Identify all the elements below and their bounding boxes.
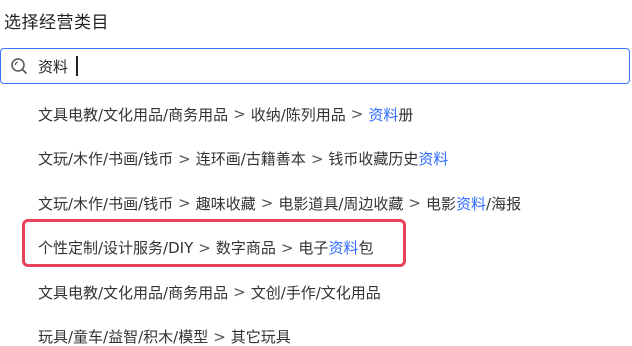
result-leaf-suffix: 包 — [358, 239, 374, 258]
path-separator: > — [350, 105, 364, 124]
path-separator: > — [310, 149, 324, 168]
result-leaf-text: 钱币收藏历史 — [328, 150, 419, 169]
path-separator: > — [213, 327, 226, 346]
result-item[interactable]: 个性定制/设计服务/DIY > 数字商品 > 电子 资料包 — [38, 226, 618, 271]
page-title: 选择经营类目 — [4, 13, 109, 33]
path-separator: > — [178, 194, 191, 213]
result-match-highlight: 资料 — [328, 239, 359, 258]
search-icon — [9, 56, 29, 76]
result-item[interactable]: 文具电教/文化用品/商务用品 > 文创/手作/文化用品 — [38, 270, 618, 315]
result-path-segment: 趣味收藏 — [195, 194, 256, 213]
result-leaf-text: 电子 — [298, 239, 329, 258]
result-match-highlight: 资料 — [456, 194, 487, 213]
result-path-segment: 电影道具/周边收藏 — [278, 194, 404, 213]
category-selector-page: 选择经营类目 文具电教/文化用品/商务用品>收纳/陈列用品>资料册文玩/木作/书… — [0, 0, 632, 346]
result-path-segment: 文具电教/文化用品/商务用品 — [38, 105, 229, 124]
result-leaf-text: 文创/手作/文化用品 — [250, 283, 381, 302]
path-separator: > — [233, 105, 246, 124]
result-path-segment: 收纳/陈列用品 — [250, 105, 346, 124]
result-path-segment: 玩具/童车/益智/积木/模型 — [38, 328, 209, 346]
result-path-segment: 文玩/木作/书画/钱币 — [38, 150, 174, 169]
result-path-segment: 连环画/古籍善本 — [195, 150, 306, 169]
result-leaf-text: 电影 — [425, 194, 456, 213]
result-leaf-suffix: 册 — [398, 105, 414, 124]
text-caret — [76, 56, 78, 76]
result-item[interactable]: 文玩/木作/书画/钱币 > 趣味收藏 > 电影道具/周边收藏 > 电影 资料/海报 — [38, 181, 618, 226]
result-item[interactable]: 文玩/木作/书画/钱币 > 连环画/古籍善本 > 钱币收藏历史 资料 — [38, 137, 618, 182]
result-path-segment: 文具电教/文化用品/商务用品 — [38, 283, 229, 302]
path-separator: > — [408, 194, 421, 213]
result-item[interactable]: 玩具/童车/益智/积木/模型 > 其它玩具 — [38, 315, 618, 346]
path-separator: > — [178, 149, 191, 168]
result-path-segment: 文玩/木作/书画/钱币 — [38, 194, 174, 213]
path-separator: > — [233, 283, 246, 302]
result-leaf-suffix: /海报 — [486, 194, 522, 213]
result-item[interactable]: 文具电教/文化用品/商务用品 > 收纳/陈列用品 > 资料册 — [38, 92, 618, 137]
result-match-highlight: 资料 — [368, 105, 399, 124]
path-separator: > — [198, 238, 211, 257]
search-input[interactable] — [38, 57, 98, 75]
result-path-segment: 数字商品 — [215, 239, 276, 258]
search-results-list: 文具电教/文化用品/商务用品 > 收纳/陈列用品 > 资料册文玩/木作/书画/钱币 > 连环… — [38, 92, 618, 346]
result-match-highlight: 资料 — [418, 150, 449, 169]
path-separator: > — [280, 238, 294, 257]
path-separator: > — [260, 194, 274, 213]
search-box[interactable] — [0, 48, 630, 84]
result-leaf-text: 其它玩具 — [230, 328, 291, 346]
result-path-segment: 个性定制/设计服务/DIY — [38, 239, 194, 258]
